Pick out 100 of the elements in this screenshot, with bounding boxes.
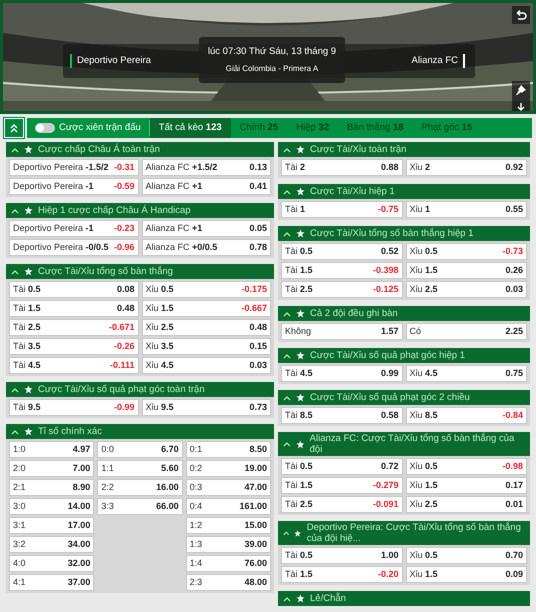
score-odds-button[interactable]: 0:0 6.70 [97, 441, 183, 458]
star-icon[interactable] [296, 440, 305, 448]
star-icon[interactable] [296, 229, 305, 238]
star-icon[interactable] [296, 351, 305, 360]
odds-button[interactable]: Xỉu 2 0.92 [406, 159, 527, 176]
odds-button[interactable]: Xỉu 3.5 0.15 [142, 338, 271, 355]
odds-button[interactable]: Tài 3.5 -0.26 [9, 338, 138, 355]
odds-button[interactable]: Tài 9.5 -0.99 [9, 399, 138, 416]
star-icon[interactable] [296, 309, 305, 318]
odds-button[interactable]: Xỉu 0.5 -0.73 [406, 243, 527, 260]
odds-button[interactable]: Xỉu 4.5 0.75 [406, 365, 527, 382]
odds-button[interactable]: Tài 2.5 -0.091 [281, 496, 402, 513]
score-odds-button[interactable]: 2:2 16.00 [97, 479, 183, 496]
odds-button[interactable]: Xỉu 1.5 0.26 [406, 262, 527, 279]
star-icon[interactable] [24, 267, 33, 276]
odds-button[interactable]: Deportivo Pereira -1.5/2 -0.31 [9, 159, 138, 176]
odds-button[interactable]: Không 1.57 [281, 323, 402, 340]
odds-button[interactable]: Xỉu 2.5 0.48 [142, 319, 271, 336]
score-odds-button[interactable]: 3:1 17.00 [9, 517, 94, 534]
odds-button[interactable]: Tài 1.5 -0.20 [281, 566, 402, 583]
odds-button[interactable]: Alianza FC +1 0.05 [142, 220, 271, 237]
chevron-up-icon[interactable] [11, 146, 19, 152]
star-icon[interactable] [296, 393, 305, 402]
chevron-up-icon[interactable] [283, 352, 291, 358]
odds-button[interactable]: Tài 0.5 0.72 [281, 458, 402, 475]
odds-button[interactable]: Tài 8.5 0.58 [281, 407, 402, 424]
back-icon[interactable] [515, 9, 527, 21]
odds-button[interactable]: Có 2.25 [406, 323, 527, 340]
score-odds-button[interactable]: 0:4 161.00 [186, 498, 271, 515]
odds-button[interactable]: Tài 0.5 1.00 [281, 547, 402, 564]
odds-button[interactable]: Tài 1.5 0.48 [9, 300, 138, 317]
score-odds-button[interactable]: 4:0 32.00 [9, 555, 94, 572]
chevron-up-icon[interactable] [283, 596, 291, 602]
odds-button[interactable]: Xỉu 1.5 0.17 [406, 477, 527, 494]
pin-button[interactable] [512, 81, 530, 99]
chevron-up-icon[interactable] [283, 530, 290, 536]
odds-button[interactable]: Tài 0.5 0.52 [281, 243, 402, 260]
toggle-switch[interactable] [35, 123, 55, 133]
odds-button[interactable]: Deportivo Pereira -1 -0.23 [9, 220, 138, 237]
odds-button[interactable]: Alianza FC +1.5/2 0.13 [142, 159, 271, 176]
star-icon[interactable] [296, 187, 305, 196]
score-odds-button[interactable]: 3:0 14.00 [9, 498, 94, 515]
chevron-up-icon[interactable] [11, 428, 19, 434]
chevron-up-icon[interactable] [11, 208, 19, 214]
odds-button[interactable]: Alianza FC +1 0.41 [142, 178, 271, 195]
star-icon[interactable] [294, 528, 302, 538]
score-odds-button[interactable]: 1:0 4.97 [9, 441, 94, 458]
star-icon[interactable] [24, 145, 33, 154]
odds-button[interactable]: Tài 0.5 0.08 [9, 281, 138, 298]
score-odds-button[interactable]: 3:2 34.00 [9, 536, 94, 553]
odds-button[interactable]: Xỉu 1.5 -0.667 [142, 300, 271, 317]
score-odds-button[interactable]: 3:3 66.00 [97, 498, 183, 515]
odds-button[interactable]: Tài 4.5 -0.111 [9, 357, 138, 374]
score-odds-button[interactable]: 0:3 47.00 [186, 479, 271, 496]
chevron-up-icon[interactable] [283, 394, 291, 400]
chevron-up-icon[interactable] [11, 268, 19, 274]
odds-button[interactable]: Xỉu 1.5 0.09 [406, 566, 527, 583]
score-odds-button[interactable]: 0:1 8.50 [186, 441, 271, 458]
odds-button[interactable]: Deportivo Pereira -0/0.5 -0.96 [9, 239, 138, 256]
odds-button[interactable]: Tài 4.5 0.99 [281, 365, 402, 382]
score-odds-button[interactable]: 2:1 8.90 [9, 479, 94, 496]
odds-button[interactable]: Alianza FC +0/0.5 0.78 [142, 239, 271, 256]
odds-button[interactable]: Xỉu 1 0.55 [406, 201, 527, 218]
star-icon[interactable] [24, 206, 33, 215]
star-icon[interactable] [296, 145, 305, 154]
odds-button[interactable]: Tài 1 -0.75 [281, 201, 402, 218]
odds-button[interactable]: Xỉu 8.5 -0.84 [406, 407, 527, 424]
score-odds-button[interactable]: 2:0 7.00 [9, 460, 94, 477]
star-icon[interactable] [296, 594, 305, 603]
odds-button[interactable]: Xỉu 0.5 -0.175 [142, 281, 271, 298]
double-chevron-up-icon[interactable] [9, 123, 19, 133]
pin-icon[interactable] [515, 84, 527, 96]
score-odds-button[interactable]: 1:2 15.00 [186, 517, 271, 534]
back-button[interactable] [512, 6, 530, 24]
score-odds-button[interactable]: 1:4 76.00 [186, 555, 271, 572]
chevron-up-icon[interactable] [283, 188, 291, 194]
odds-button[interactable]: Xỉu 9.5 0.73 [142, 399, 271, 416]
odds-button[interactable]: Xỉu 0.5 0.70 [406, 547, 527, 564]
chevron-up-icon[interactable] [283, 441, 291, 447]
odds-button[interactable]: Tài 2 0.88 [281, 159, 402, 176]
odds-button[interactable]: Xỉu 2.5 0.01 [406, 496, 527, 513]
odds-button[interactable]: Xỉu 4.5 0.03 [142, 357, 271, 374]
odds-button[interactable]: Tài 2.5 -0.671 [9, 319, 138, 336]
odds-button[interactable]: Deportivo Pereira -1 -0.59 [9, 178, 138, 195]
collapse-button[interactable] [4, 118, 24, 138]
odds-button[interactable]: Tài 1.5 -0.279 [281, 477, 402, 494]
odds-button[interactable]: Tài 2.5 -0.125 [281, 281, 402, 298]
odds-button[interactable]: Tài 1.5 -0.398 [281, 262, 402, 279]
chevron-up-icon[interactable] [283, 230, 291, 236]
score-odds-button[interactable]: 2:3 48.00 [186, 574, 271, 591]
chevron-up-icon[interactable] [11, 386, 19, 392]
star-icon[interactable] [24, 427, 33, 436]
score-odds-button[interactable]: 4:1 37.00 [9, 574, 94, 591]
star-icon[interactable] [24, 385, 33, 394]
score-odds-button[interactable]: 1:3 39.00 [186, 536, 271, 553]
score-odds-button[interactable]: 1:1 5.60 [97, 460, 183, 477]
chevron-up-icon[interactable] [283, 310, 291, 316]
odds-button[interactable]: Xỉu 2.5 0.03 [406, 281, 527, 298]
filter-tab[interactable]: Tất cả kèo 123 [150, 118, 231, 138]
download-icon[interactable] [515, 102, 527, 111]
